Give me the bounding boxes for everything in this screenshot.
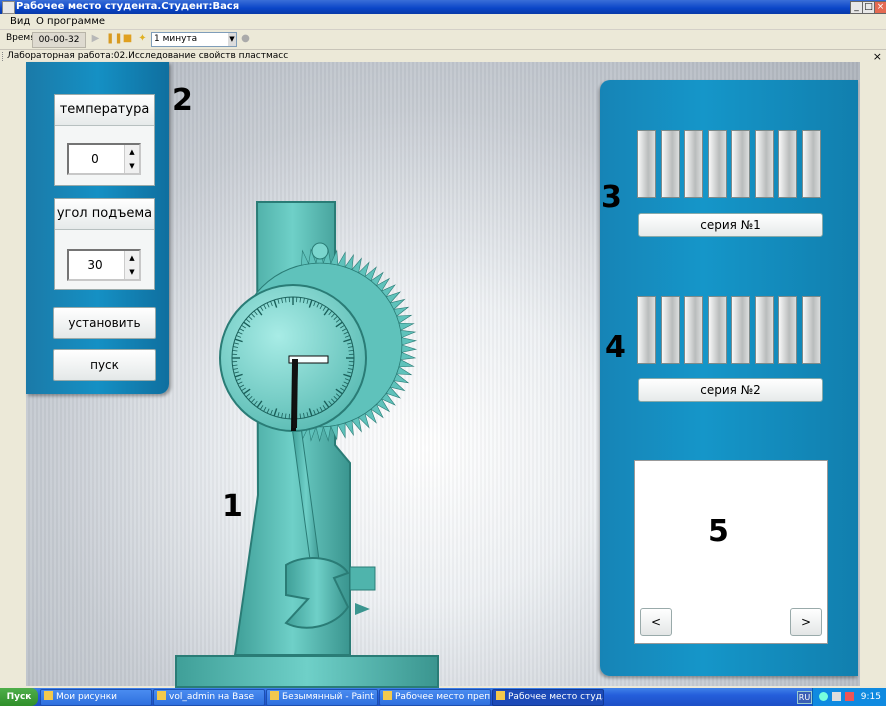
menu-bar: Вид О программе [0,14,886,30]
gear-tooth [400,329,417,339]
gear-tooth [337,251,346,268]
app-icon [383,691,392,700]
gear-tooth [398,359,415,368]
folder-icon [157,691,166,700]
taskbar-item[interactable]: Безымянный - Paint [266,689,378,706]
dial-needle-main [292,359,298,428]
specimen-bar[interactable] [778,296,797,364]
annotation-2: 2 [172,83,193,118]
temperature-value[interactable]: 0 [69,145,121,173]
specimen-bar[interactable] [707,130,727,198]
increment-icon[interactable]: ▲ [124,251,139,265]
grip-icon [2,52,5,61]
taskbar-item[interactable]: Мои рисунки [40,689,152,706]
star-icon[interactable]: ✦ [137,33,148,44]
pendulum-tester [175,201,439,688]
temperature-label: температура [55,95,154,126]
gear-tooth [393,306,410,317]
system-tray: 9:15 [812,688,886,706]
gear-tooth [344,420,354,437]
gear-tooth [398,322,415,331]
taskbar-item-active[interactable]: Рабочее место студ... [492,689,604,706]
tray-icon[interactable] [832,692,841,701]
specimen-bar[interactable] [707,296,727,364]
menu-view[interactable]: Вид [10,14,30,29]
paint-icon [270,691,279,700]
anvil [349,566,376,591]
series-2-button[interactable]: серия №2 [638,378,823,402]
toolbar: Время 00-00-32 ▶ ❚❚ ■ ✦ 1 минута ▼ ● [0,30,886,48]
specimen-bar[interactable] [637,130,656,198]
apply-icon[interactable]: ● [240,33,251,44]
gear-tooth [400,351,417,361]
gear-tooth [396,366,413,376]
language-indicator[interactable]: RU [797,691,812,704]
taskbar: Пуск Мои рисунки vol_admin на Base Безым… [0,688,886,706]
pendulum-hammer [284,557,350,629]
play-icon[interactable]: ▶ [90,33,101,44]
angle-label: угол подъема [55,199,154,230]
temperature-group: температура 0 ▲ ▼ [54,94,155,186]
taskbar-item[interactable]: vol_admin на Base [153,689,265,706]
taskbar-item[interactable]: Рабочее место препода... [379,689,491,706]
gear-tooth [401,344,418,353]
interval-value: 1 минута [154,34,198,44]
increment-icon[interactable]: ▲ [124,145,139,159]
machine-base [175,655,439,688]
specimen-bar[interactable] [684,296,703,364]
set-button[interactable]: установить [53,307,156,339]
annotation-5: 5 [708,514,729,549]
prev-button[interactable]: < [640,608,672,636]
result-viewer: < > [634,460,828,644]
app-icon [2,1,15,14]
specimen-bar[interactable] [637,296,656,364]
pause-icon[interactable]: ❚❚ [106,33,123,44]
pivot-knob [311,242,329,260]
tray-icon[interactable] [819,692,828,701]
document-tab: Лабораторная работа:02.Исследование свой… [0,49,886,63]
specimen-bar[interactable] [731,130,750,198]
gear-tooth [344,253,354,270]
gear-tooth [337,422,346,439]
time-value: 00-00-32 [32,32,86,48]
close-button[interactable]: × [874,1,886,14]
title-bar: Рабочее место студента.Студент:Вася _ □ … [0,0,886,14]
gear-tooth [393,373,410,384]
specimen-bar[interactable] [754,296,774,364]
chevron-down-icon[interactable]: ▼ [228,33,236,46]
specimen-bar[interactable] [778,130,797,198]
tray-icon[interactable] [845,692,854,701]
start-button[interactable]: пуск [53,349,156,381]
angle-stepper[interactable]: 30 ▲ ▼ [67,249,141,281]
app-icon [496,691,505,700]
specimen-bar[interactable] [660,130,680,198]
gear-tooth [396,314,413,324]
gear-tooth [401,337,418,346]
window-frame [860,62,886,686]
window-title: Рабочее место студента.Студент:Вася [16,1,240,12]
specimen-bar[interactable] [684,130,703,198]
start-button-os[interactable]: Пуск [0,688,38,706]
angle-group: угол подъема 30 ▲ ▼ [54,198,155,290]
series-1-button[interactable]: серия №1 [638,213,823,237]
interval-select[interactable]: 1 минута ▼ [151,32,237,47]
annotation-4: 4 [605,330,626,365]
specimen-bar[interactable] [801,296,821,364]
specimen-bar[interactable] [731,296,750,364]
annotation-1: 1 [222,489,243,524]
decrement-icon[interactable]: ▼ [124,159,139,173]
angle-value[interactable]: 30 [69,251,121,279]
annotation-3: 3 [601,180,622,215]
menu-about[interactable]: О программе [36,14,105,29]
decrement-icon[interactable]: ▼ [124,265,139,279]
specimen-bar[interactable] [801,130,821,198]
folder-icon [44,691,53,700]
specimen-bar[interactable] [754,130,774,198]
next-button[interactable]: > [790,608,822,636]
anvil-edge [355,603,370,615]
clock: 9:15 [860,692,881,702]
temperature-stepper[interactable]: 0 ▲ ▼ [67,143,141,175]
stop-icon[interactable]: ■ [122,33,133,44]
specimen-bar[interactable] [660,296,680,364]
